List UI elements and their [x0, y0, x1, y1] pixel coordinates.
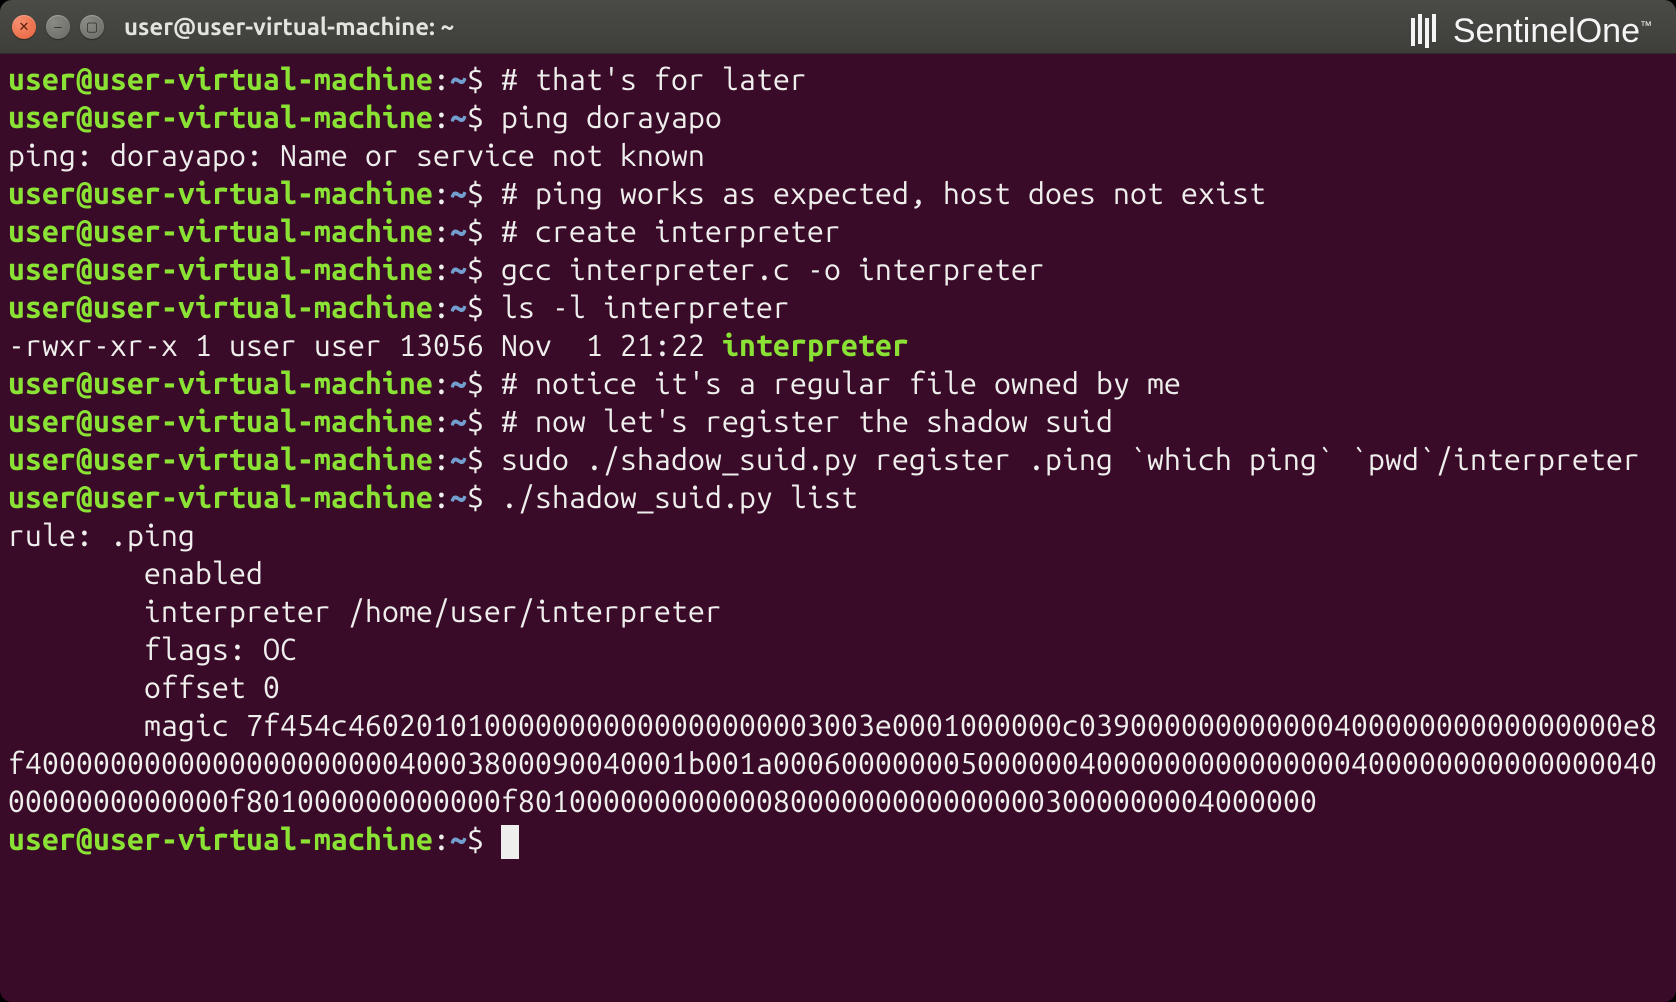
prompt-sep: : — [433, 480, 450, 514]
terminal-line: user@user-virtual-machine:~$ # that's fo… — [8, 60, 1668, 98]
prompt-sep: : — [433, 100, 450, 134]
prompt-sep: : — [433, 176, 450, 210]
prompt-sigil: $ — [467, 366, 501, 400]
window-buttons: ✕ – ▢ — [12, 15, 104, 39]
terminal-line: user@user-virtual-machine:~$ # now let's… — [8, 402, 1668, 440]
prompt-sep: : — [433, 252, 450, 286]
terminal-line: user@user-virtual-machine:~$ ls -l inter… — [8, 288, 1668, 326]
prompt-user-host: user@user-virtual-machine — [8, 822, 433, 856]
terminal-line: user@user-virtual-machine:~$ gcc interpr… — [8, 250, 1668, 288]
terminal-output: offset 0 — [8, 668, 1668, 706]
prompt-sep: : — [433, 62, 450, 96]
prompt-path: ~ — [450, 62, 467, 96]
terminal-command: sudo ./shadow_suid.py register .ping `wh… — [501, 442, 1640, 476]
cursor — [501, 825, 519, 859]
terminal-output: flags: OC — [8, 630, 1668, 668]
terminal-output: ping: dorayapo: Name or service not know… — [8, 136, 1668, 174]
prompt-sep: : — [433, 290, 450, 324]
terminal-command: # now let's register the shadow suid — [501, 404, 1113, 438]
terminal-line: user@user-virtual-machine:~$ sudo ./shad… — [8, 440, 1668, 478]
prompt-sigil: $ — [467, 176, 501, 210]
terminal-line: user@user-virtual-machine:~$ — [8, 820, 1668, 858]
watermark-logo: SentinelOne™ — [1407, 12, 1652, 51]
ls-filename: interpreter — [722, 328, 909, 362]
prompt-user-host: user@user-virtual-machine — [8, 404, 433, 438]
prompt-user-host: user@user-virtual-machine — [8, 100, 433, 134]
terminal-output: rule: .ping — [8, 516, 1668, 554]
terminal-line: user@user-virtual-machine:~$ # notice it… — [8, 364, 1668, 402]
prompt-sigil: $ — [467, 290, 501, 324]
prompt-sigil: $ — [467, 252, 501, 286]
prompt-sigil: $ — [467, 480, 501, 514]
prompt-user-host: user@user-virtual-machine — [8, 480, 433, 514]
prompt-sigil: $ — [467, 404, 501, 438]
window-title: user@user-virtual-machine: ~ — [124, 13, 454, 40]
maximize-button[interactable]: ▢ — [80, 15, 104, 39]
prompt-path: ~ — [450, 100, 467, 134]
prompt-path: ~ — [450, 442, 467, 476]
prompt-sep: : — [433, 442, 450, 476]
terminal-line: user@user-virtual-machine:~$ # create in… — [8, 212, 1668, 250]
terminal-command: ls -l interpreter — [501, 290, 790, 324]
terminal-command: gcc interpreter.c -o interpreter — [501, 252, 1045, 286]
terminal-window: ✕ – ▢ user@user-virtual-machine: ~ Senti… — [0, 0, 1676, 1002]
prompt-sigil: $ — [467, 214, 501, 248]
prompt-sigil: $ — [467, 100, 501, 134]
terminal-line: user@user-virtual-machine:~$ ping doraya… — [8, 98, 1668, 136]
prompt-user-host: user@user-virtual-machine — [8, 366, 433, 400]
terminal-output: magic 7f454c4602010100000000000000000003… — [8, 706, 1668, 820]
prompt-path: ~ — [450, 366, 467, 400]
prompt-path: ~ — [450, 822, 467, 856]
prompt-sigil: $ — [467, 822, 501, 856]
terminal-body[interactable]: user@user-virtual-machine:~$ # that's fo… — [0, 54, 1676, 864]
prompt-sep: : — [433, 366, 450, 400]
terminal-output: interpreter /home/user/interpreter — [8, 592, 1668, 630]
prompt-path: ~ — [450, 176, 467, 210]
terminal-command: # ping works as expected, host does not … — [501, 176, 1266, 210]
prompt-user-host: user@user-virtual-machine — [8, 214, 433, 248]
prompt-user-host: user@user-virtual-machine — [8, 290, 433, 324]
terminal-output: enabled — [8, 554, 1668, 592]
prompt-user-host: user@user-virtual-machine — [8, 62, 433, 96]
terminal-output: -rwxr-xr-x 1 user user 13056 Nov 1 21:22… — [8, 326, 1668, 364]
prompt-sigil: $ — [467, 442, 501, 476]
terminal-command: ping dorayapo — [501, 100, 722, 134]
prompt-user-host: user@user-virtual-machine — [8, 176, 433, 210]
prompt-user-host: user@user-virtual-machine — [8, 442, 433, 476]
sentinelone-icon — [1407, 14, 1443, 50]
prompt-path: ~ — [450, 252, 467, 286]
prompt-path: ~ — [450, 480, 467, 514]
terminal-line: user@user-virtual-machine:~$ ./shadow_su… — [8, 478, 1668, 516]
terminal-command: ./shadow_suid.py list — [501, 480, 858, 514]
terminal-command: # notice it's a regular file owned by me — [501, 366, 1181, 400]
terminal-command: # that's for later — [501, 62, 807, 96]
prompt-sep: : — [433, 822, 450, 856]
watermark-text: SentinelOne™ — [1453, 12, 1652, 51]
terminal-line: user@user-virtual-machine:~$ # ping work… — [8, 174, 1668, 212]
prompt-sep: : — [433, 404, 450, 438]
prompt-path: ~ — [450, 290, 467, 324]
prompt-path: ~ — [450, 214, 467, 248]
prompt-sigil: $ — [467, 62, 501, 96]
prompt-sep: : — [433, 214, 450, 248]
prompt-path: ~ — [450, 404, 467, 438]
terminal-command: # create interpreter — [501, 214, 841, 248]
close-button[interactable]: ✕ — [12, 15, 36, 39]
minimize-button[interactable]: – — [46, 15, 70, 39]
prompt-user-host: user@user-virtual-machine — [8, 252, 433, 286]
